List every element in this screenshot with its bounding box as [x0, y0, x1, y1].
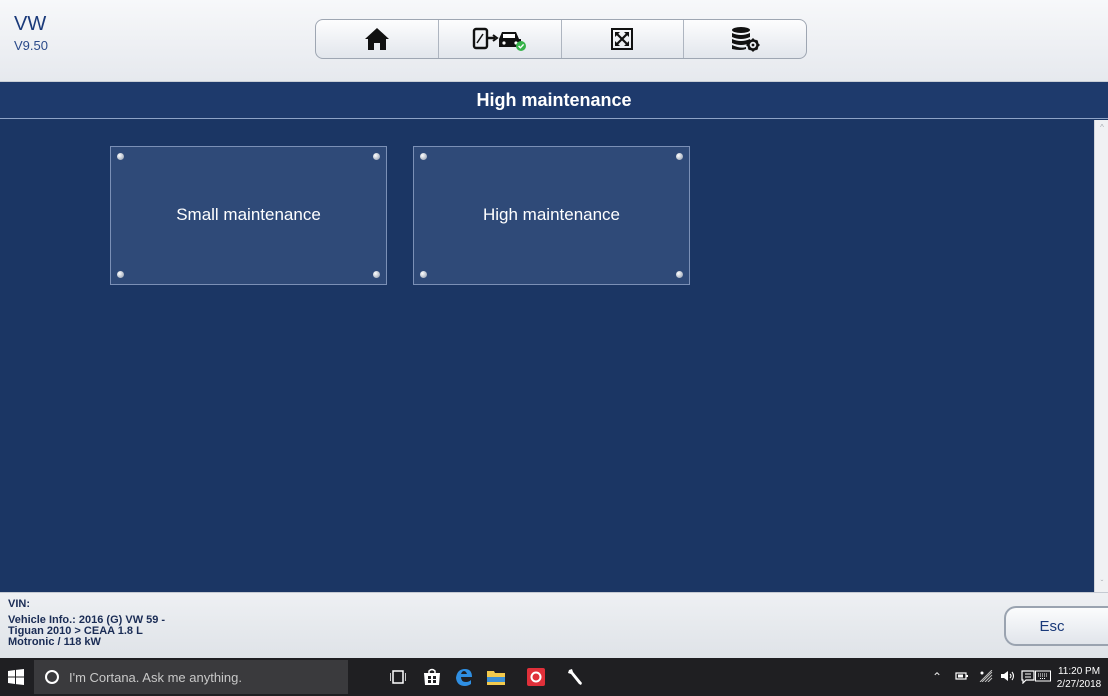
wifi-icon[interactable]: [979, 669, 993, 685]
battery-icon[interactable]: [955, 670, 969, 684]
store-icon[interactable]: [422, 667, 442, 687]
fullscreen-button[interactable]: [562, 20, 685, 58]
vehicle-make: VW: [14, 13, 47, 35]
vehicle-connect-button[interactable]: [439, 20, 562, 58]
system-clock[interactable]: 11:20 PM 2/27/2018: [1054, 665, 1104, 691]
screw-decoration: [373, 271, 380, 278]
small-maintenance-tile[interactable]: Small maintenance: [110, 146, 387, 285]
tile-label: High maintenance: [482, 204, 621, 224]
screw-decoration: [420, 153, 427, 160]
main-content: Small maintenance High maintenance ^ ˇ: [0, 120, 1108, 592]
keyboard-icon[interactable]: [1035, 670, 1051, 685]
volume-icon[interactable]: [1000, 670, 1016, 685]
scroll-up-icon[interactable]: ^: [1098, 124, 1106, 132]
high-maintenance-tile[interactable]: High maintenance: [413, 146, 690, 285]
page-title: High maintenance: [476, 89, 632, 110]
software-version: V9.50: [14, 38, 48, 53]
action-center-icon[interactable]: [1021, 670, 1035, 687]
cortana-search-box[interactable]: I'm Cortana. Ask me anything.: [34, 660, 348, 694]
clock-time: 11:20 PM: [1057, 666, 1101, 677]
home-button[interactable]: [316, 20, 439, 58]
database-settings-button[interactable]: [684, 20, 806, 58]
screw-decoration: [117, 153, 124, 160]
task-view-icon[interactable]: [388, 667, 408, 687]
esc-button[interactable]: Esc: [1004, 606, 1108, 646]
wrench-icon[interactable]: [566, 667, 586, 687]
screw-decoration: [373, 153, 380, 160]
screw-decoration: [676, 153, 683, 160]
windows-start-icon[interactable]: [8, 669, 24, 685]
cortana-icon: [45, 670, 59, 684]
screw-decoration: [117, 271, 124, 278]
windows-taskbar: I'm Cortana. Ask me anything. ⌃ 11:20 PM…: [0, 658, 1108, 696]
vehicle-info: Vehicle Info.: 2016 (G) VW 59 - Tiguan 2…: [8, 615, 218, 648]
clock-date: 2/27/2018: [1056, 679, 1102, 690]
vehicle-connect-icon: [471, 26, 529, 52]
tile-label: Small maintenance: [176, 204, 321, 224]
brand-block: VW V9.50: [14, 14, 48, 53]
scroll-down-icon[interactable]: ˇ: [1098, 580, 1106, 588]
screw-decoration: [420, 271, 427, 278]
vertical-scrollbar[interactable]: ^ ˇ: [1094, 120, 1108, 592]
app-header: VW V9.50: [0, 0, 1108, 82]
file-explorer-icon[interactable]: [486, 667, 506, 687]
home-icon: [364, 27, 390, 51]
main-toolbar: [315, 19, 807, 59]
vehicle-info-bar: VIN: Vehicle Info.: 2016 (G) VW 59 - Tig…: [0, 592, 1108, 658]
screw-decoration: [676, 271, 683, 278]
page-title-bar: High maintenance: [0, 82, 1108, 119]
vin-label: VIN:: [8, 598, 30, 610]
app-red-icon[interactable]: [526, 667, 546, 687]
database-settings-icon: [730, 26, 760, 52]
vehicle-info-line: Motronic / 118 kW: [8, 636, 101, 648]
show-hidden-icons-icon[interactable]: ⌃: [932, 670, 942, 684]
fullscreen-icon: [611, 28, 634, 50]
search-placeholder: I'm Cortana. Ask me anything.: [69, 669, 243, 685]
edge-browser-icon[interactable]: [454, 667, 474, 687]
